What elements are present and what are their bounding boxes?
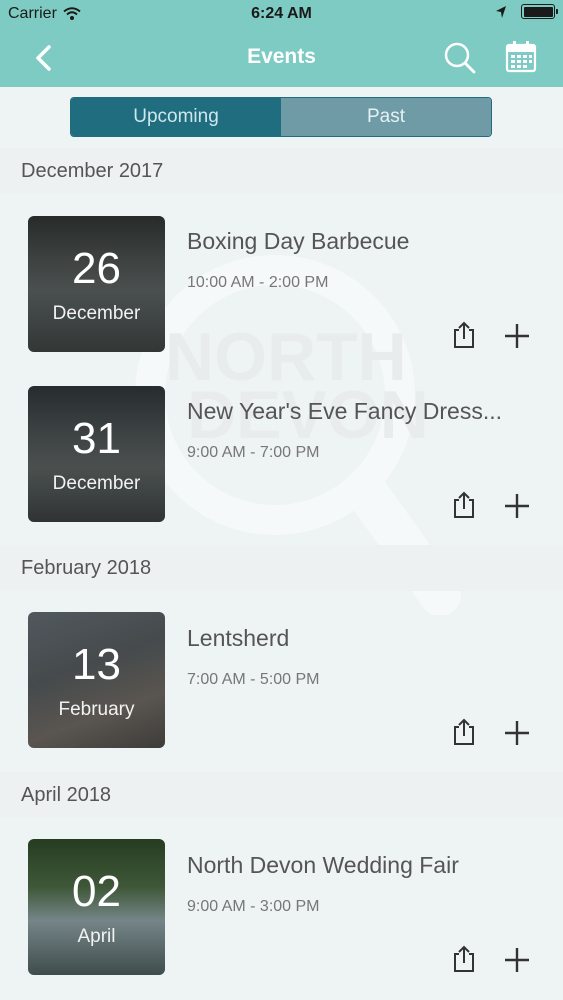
- section-header: February 2018: [0, 545, 563, 591]
- search-icon: [444, 42, 476, 74]
- tab-upcoming[interactable]: Upcoming: [71, 98, 281, 136]
- share-icon[interactable]: [450, 944, 478, 974]
- event-row[interactable]: 02 April North Devon Wedding Fair 9:00 A…: [0, 818, 563, 1000]
- event-date-thumbnail: 26 December: [28, 216, 165, 352]
- section-header: April 2018: [0, 772, 563, 818]
- event-day: 31: [72, 414, 121, 463]
- tab-past[interactable]: Past: [281, 98, 491, 136]
- search-button[interactable]: [443, 41, 477, 75]
- event-day: 13: [72, 640, 121, 689]
- event-day: 26: [72, 244, 121, 293]
- event-row[interactable]: 26 December Boxing Day Barbecue 10:00 AM…: [0, 194, 563, 364]
- event-time: 9:00 AM - 7:00 PM: [187, 444, 320, 461]
- share-icon[interactable]: [450, 320, 478, 350]
- calendar-icon: [505, 41, 537, 73]
- status-bar: Carrier 6:24 AM: [0, 0, 563, 30]
- event-month: April: [77, 926, 116, 947]
- navigation-bar: Events: [0, 30, 563, 87]
- section-header: December 2017: [0, 148, 563, 194]
- event-time: 9:00 AM - 3:00 PM: [187, 898, 320, 915]
- add-icon[interactable]: [503, 719, 531, 747]
- event-time: 10:00 AM - 2:00 PM: [187, 274, 329, 291]
- event-title: Lentsherd: [187, 625, 290, 651]
- event-date-thumbnail: 02 April: [28, 839, 165, 975]
- event-day: 02: [72, 867, 121, 916]
- event-title: Boxing Day Barbecue: [187, 228, 410, 254]
- event-month: December: [52, 303, 141, 324]
- event-month: December: [52, 473, 141, 494]
- location-arrow-icon: [496, 5, 506, 18]
- share-icon[interactable]: [450, 717, 478, 747]
- page-title: Events: [247, 45, 316, 68]
- calendar-button[interactable]: [503, 39, 539, 75]
- add-icon[interactable]: [503, 946, 531, 974]
- share-icon[interactable]: [450, 490, 478, 520]
- event-date-thumbnail: 31 December: [28, 386, 165, 522]
- event-date-thumbnail: 13 February: [28, 612, 165, 748]
- event-title: North Devon Wedding Fair: [187, 852, 459, 878]
- add-icon[interactable]: [503, 322, 531, 350]
- event-row[interactable]: 31 December New Year's Eve Fancy Dress..…: [0, 364, 563, 544]
- event-title: New Year's Eve Fancy Dress...: [187, 398, 503, 424]
- status-time: 6:24 AM: [251, 5, 312, 22]
- event-month: February: [58, 699, 135, 720]
- battery-icon: [521, 4, 558, 19]
- event-row[interactable]: 13 February Lentsherd 7:00 AM - 5:00 PM: [0, 591, 563, 771]
- event-time: 7:00 AM - 5:00 PM: [187, 671, 320, 688]
- add-icon[interactable]: [503, 492, 531, 520]
- upcoming-past-segmented-control: Upcoming Past: [70, 97, 492, 137]
